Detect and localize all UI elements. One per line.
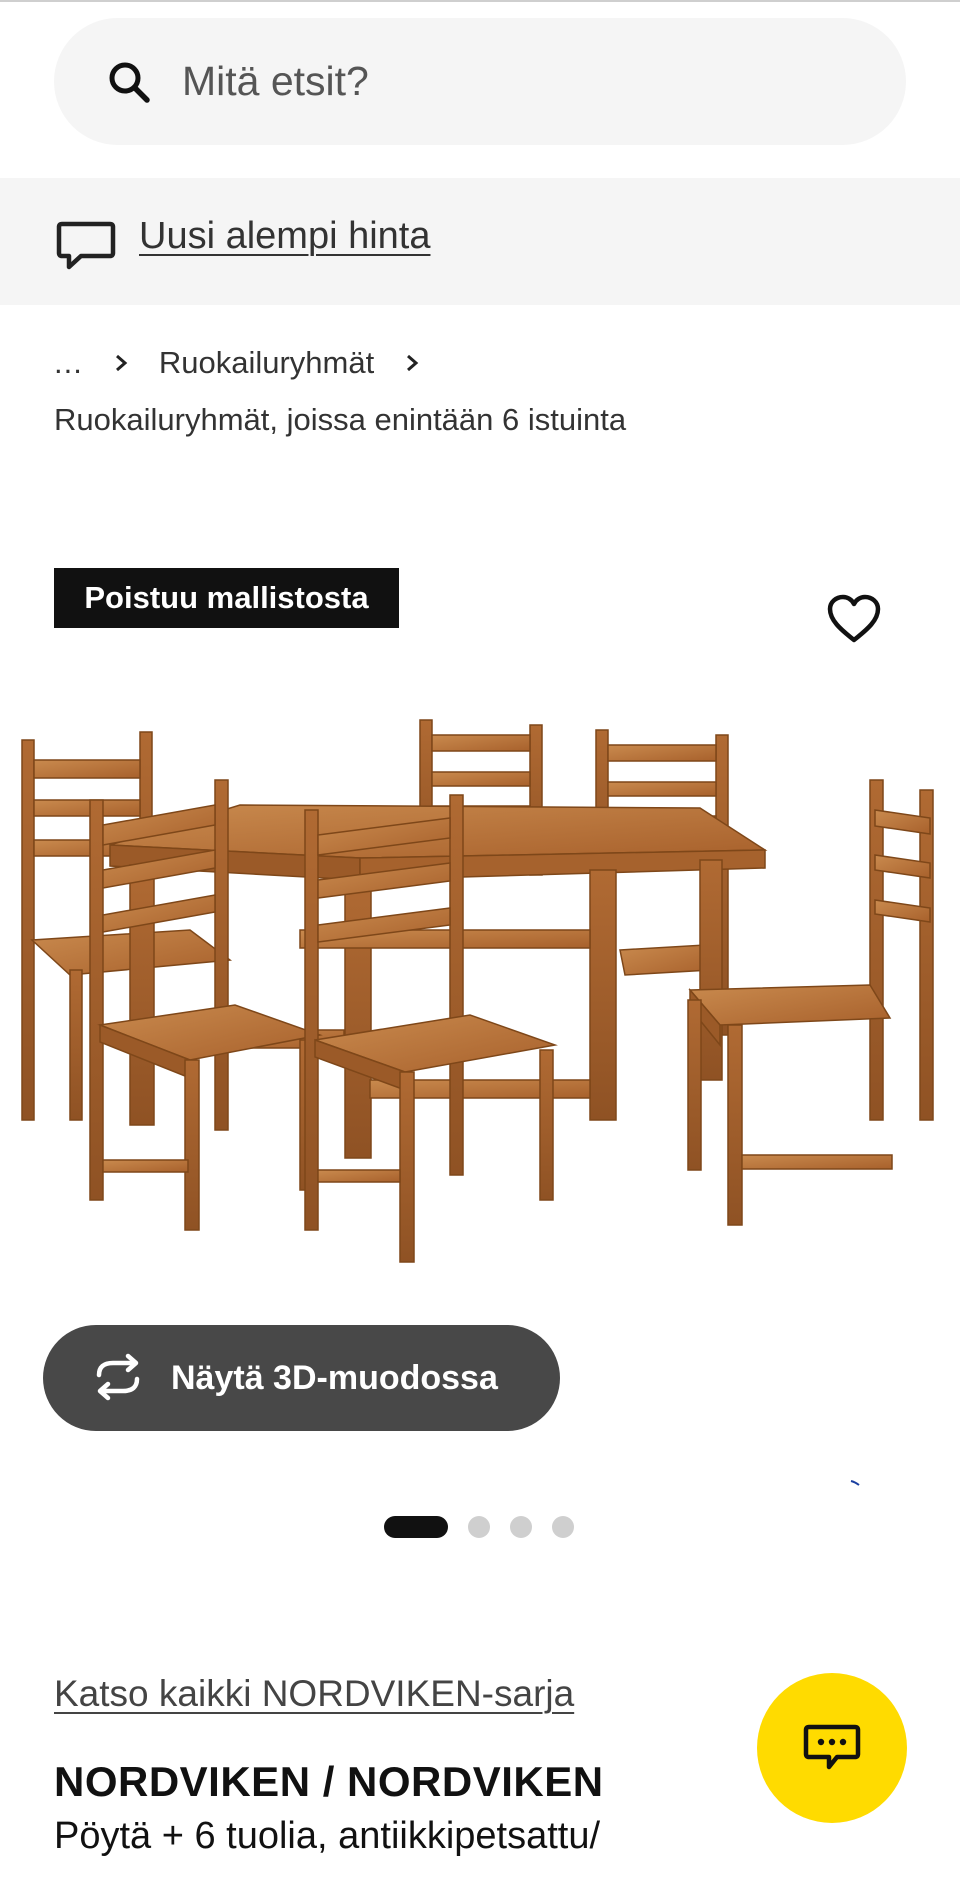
breadcrumb-current[interactable]: Ruokailuryhmät, joissa enintään 6 istuin… [54, 402, 626, 438]
speech-bubble-icon [56, 221, 116, 270]
chevron-right-icon [407, 354, 419, 371]
carousel-dot[interactable] [468, 1516, 490, 1538]
carousel-dot[interactable] [510, 1516, 532, 1538]
product-name: NORDVIKEN / NORDVIKEN [54, 1758, 604, 1805]
chevron-right-icon [115, 354, 128, 371]
heart-outline-icon[interactable] [826, 594, 882, 644]
search-input[interactable] [182, 18, 862, 145]
breadcrumb-item-dining-sets[interactable]: Ruokailuryhmät [159, 345, 374, 381]
carousel-dot[interactable] [552, 1516, 574, 1538]
search-icon[interactable] [105, 58, 153, 106]
price-notice-bar: Uusi alempi hinta [0, 178, 960, 305]
rotate-arrows-icon [96, 1353, 140, 1401]
series-link[interactable]: Katso kaikki NORDVIKEN-sarja [54, 1673, 574, 1715]
breadcrumb-ellipsis[interactable]: ... [54, 345, 83, 381]
chat-button[interactable] [757, 1673, 907, 1823]
top-divider [0, 0, 960, 2]
view-3d-button[interactable]: Näytä 3D-muodossa [43, 1325, 560, 1431]
carousel-dot-active[interactable] [384, 1516, 448, 1538]
decorative-mark [850, 1480, 860, 1486]
new-lower-price-link[interactable]: Uusi alempi hinta [139, 215, 430, 258]
product-image[interactable] [0, 700, 960, 1300]
carousel-indicator [384, 1516, 594, 1538]
breadcrumb: ... Ruokailuryhmät [54, 340, 450, 385]
search-bar[interactable] [54, 18, 906, 145]
discontinued-badge: Poistuu mallistosta [54, 568, 399, 628]
view-3d-label: Näytä 3D-muodossa [171, 1359, 498, 1397]
chat-bubble-icon [803, 1724, 861, 1770]
product-description: Pöytä + 6 tuolia, antiikkipetsattu/ [54, 1815, 601, 1857]
